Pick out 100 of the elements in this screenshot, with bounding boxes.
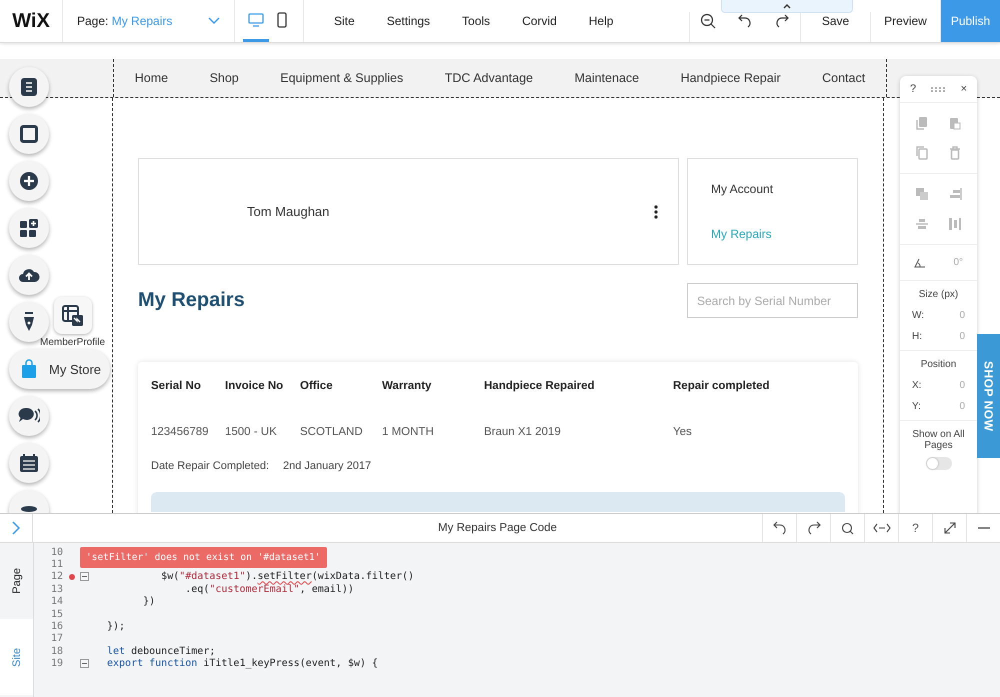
table-cell-text: SCOTLAND	[300, 426, 364, 440]
column-header: Handpiece Repaired	[484, 380, 596, 394]
section-title: Size (px)	[918, 289, 958, 300]
more-options-icon[interactable]	[654, 204, 658, 218]
table-widget-button[interactable]	[54, 297, 92, 334]
date-label: Date Repair Completed:	[151, 460, 270, 472]
date-value: 2nd January 2017	[283, 460, 372, 472]
line-number: 15	[50, 608, 63, 620]
table-icon	[62, 304, 84, 326]
calendar-icon	[19, 453, 39, 473]
line-number: 17	[50, 633, 63, 644]
fold-toggle-icon[interactable]	[80, 659, 88, 668]
toggle-switch[interactable]	[926, 457, 952, 470]
undo-icon	[738, 14, 752, 28]
table-cell-text: Yes	[673, 426, 693, 440]
square-icon	[20, 125, 38, 143]
phone-icon	[277, 12, 287, 28]
code-brackets-icon	[872, 523, 890, 533]
widget-label: MemberProfile	[40, 337, 106, 348]
column-header: Warranty	[382, 380, 432, 394]
help-button[interactable]: ?	[910, 83, 916, 95]
line-number: 11	[50, 559, 63, 570]
apps-icon	[19, 218, 39, 238]
toolbar-button[interactable]: Save	[800, 12, 870, 42]
my-store-button[interactable]: My Store	[9, 349, 110, 389]
line-number: 13	[50, 584, 63, 595]
minimize-icon	[978, 527, 990, 529]
member-name: Tom Maughan	[247, 204, 330, 219]
plus-icon	[19, 171, 39, 191]
line-number: 18	[50, 646, 63, 657]
search-icon	[841, 522, 854, 534]
field-label: W:	[912, 310, 924, 321]
close-button[interactable]: ×	[960, 83, 967, 95]
toggle-label: Show on All Pages	[912, 429, 965, 451]
angle-icon	[914, 258, 926, 268]
page-icon	[20, 77, 38, 97]
code-line: });	[107, 621, 126, 632]
site-nav-link[interactable]: Home	[134, 71, 168, 85]
table-cell-text: Braun X1 2019	[484, 426, 562, 440]
column-header: Office	[300, 380, 334, 394]
code-line: export function iTitle1_keyPress(event, $w) {	[107, 658, 378, 670]
section-title: Position	[920, 359, 956, 370]
undo-icon	[772, 521, 786, 535]
calendar-tool-button[interactable]	[9, 443, 49, 483]
site-nav-link[interactable]: Maintenace	[574, 71, 640, 85]
field-label: X:	[912, 380, 922, 391]
menu-item[interactable]: Site	[318, 0, 371, 42]
site-nav-link[interactable]: Handpiece Repair	[680, 71, 781, 85]
cloud-upload-icon	[18, 267, 40, 283]
error-marker-icon	[69, 574, 75, 580]
menu-item[interactable]: Corvid	[506, 0, 573, 42]
table-cell-text: 1500 - UK	[225, 426, 278, 440]
search-field[interactable]: Search by Serial Number	[687, 283, 858, 318]
chevron-right-icon	[12, 521, 20, 535]
column-header: Repair completed	[673, 380, 770, 394]
chevron-down-icon	[208, 17, 220, 25]
site-nav-link[interactable]: TDC Advantage	[444, 71, 533, 85]
fold-toggle-icon[interactable]	[80, 572, 88, 582]
table-cell-text: 123456789	[151, 426, 210, 440]
site-nav-link[interactable]: Equipment & Supplies	[280, 71, 404, 85]
page-heading: My Repairs	[138, 289, 245, 312]
menu-item[interactable]: Help	[572, 0, 630, 42]
help-button[interactable]: ?	[898, 514, 932, 542]
line-number: 16	[50, 621, 63, 632]
field-label: Y:	[912, 401, 921, 412]
caret-up-icon	[783, 4, 791, 8]
menu-item[interactable]: Settings	[370, 0, 446, 42]
database-icon	[20, 505, 38, 513]
menu-item[interactable]: Tools	[446, 0, 506, 42]
background-tool-button[interactable]	[9, 114, 49, 154]
apps-tool-button[interactable]	[9, 208, 49, 248]
redo-icon	[774, 14, 788, 28]
column-header: Serial No	[151, 380, 202, 394]
site-nav-link[interactable]: Shop	[210, 71, 239, 85]
zoom-out-icon	[700, 13, 716, 29]
line-number: 12	[50, 571, 63, 582]
add-tool-button[interactable]	[9, 161, 49, 201]
account-menu-item[interactable]: My Account	[711, 182, 834, 196]
shopping-bag-icon	[21, 359, 37, 379]
code-line: $w("#dataset1").setFilter(wixData.filter()	[160, 571, 414, 582]
field-label: H:	[912, 331, 922, 342]
code-line: })	[142, 596, 156, 608]
line-number: 19	[50, 658, 63, 670]
maximize-icon	[944, 522, 956, 534]
page-selector[interactable]: Page: My Repairs	[63, 0, 235, 42]
column-header: Invoice No	[225, 380, 284, 394]
table-cell-text: 1 MONTH	[382, 426, 435, 440]
monitor-icon	[248, 12, 264, 26]
chat-tool-button[interactable]	[9, 396, 49, 436]
line-number: 10	[50, 546, 63, 558]
site-nav-link[interactable]: Contact	[822, 71, 866, 85]
panel-title: My Repairs Page Code	[437, 521, 558, 536]
redo-icon	[806, 521, 820, 535]
pen-nib-icon	[22, 311, 36, 333]
drag-handle-icon[interactable]	[931, 86, 946, 92]
code-line: .eq("customerEmail", email))	[184, 584, 354, 595]
code-line: let debounceTimer;	[107, 646, 216, 657]
upload-tool-button[interactable]	[9, 255, 49, 295]
line-number: 14	[50, 596, 63, 608]
side-tab[interactable]: Site	[0, 619, 33, 695]
